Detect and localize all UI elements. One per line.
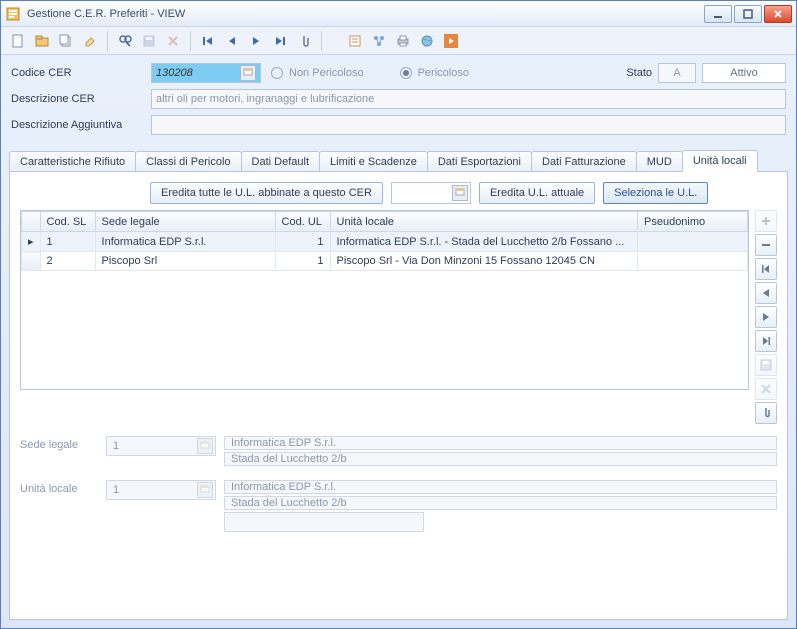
col-codul[interactable]: Cod. UL [275,212,330,232]
side-delete-icon [755,378,777,400]
save-icon [138,30,160,52]
last-icon[interactable] [269,30,291,52]
detail-panel: Sede legale 1 Informatica EDP S.r.l. Sta… [20,436,777,538]
tab-caratteristiche[interactable]: Caratteristiche Rifiuto [9,151,136,172]
table-row[interactable]: 2 Piscopo Srl 1 Piscopo Srl - Via Don Mi… [22,252,748,271]
app-icon [5,6,21,22]
detail-unita-extra [224,512,424,532]
unita-grid[interactable]: Cod. SL Sede legale Cod. UL Unità locale… [20,210,749,390]
attachment-icon[interactable] [293,30,315,52]
window-title: Gestione C.E.R. Preferiti - VIEW [27,8,704,20]
tree-action-icon[interactable] [368,30,390,52]
detail-unita-code: 1 [106,480,216,500]
print-icon[interactable] [392,30,414,52]
side-add-icon [755,210,777,232]
stato-text: Attivo [702,63,786,83]
radio-pericoloso[interactable] [400,67,412,79]
erase-icon[interactable] [79,30,101,52]
filter-picker-icon[interactable] [452,185,468,201]
tab-dati-default[interactable]: Dati Default [241,151,320,172]
codice-picker-icon[interactable] [240,65,256,81]
side-last-icon[interactable] [755,330,777,352]
detail-unita-picker-icon [197,482,213,498]
col-sede[interactable]: Sede legale [95,212,275,232]
tabstrip: Caratteristiche Rifiuto Classi di Perico… [1,147,796,171]
codice-value: 130208 [156,67,193,79]
filter-input[interactable] [391,182,471,204]
col-rowheader [22,212,41,232]
delete-icon [162,30,184,52]
first-icon[interactable] [197,30,219,52]
play-action-icon[interactable] [440,30,462,52]
main-toolbar [1,27,796,55]
codice-label: Codice CER [11,67,151,79]
tab-classi[interactable]: Classi di Pericolo [135,151,241,172]
new-icon[interactable] [7,30,29,52]
btn-seleziona[interactable]: Seleziona le U.L. [603,182,708,204]
side-attach-icon[interactable] [755,402,777,424]
open-icon[interactable] [31,30,53,52]
stato-label: Stato [626,67,652,79]
descrizione-input: altri oli per motori, ingranaggi e lubri… [151,89,786,109]
side-save-icon [755,354,777,376]
btn-eredita-attuale[interactable]: Eredita U.L. attuale [479,182,595,204]
app-window: Gestione C.E.R. Preferiti - VIEW [0,0,797,629]
detail-unita-name: Informatica EDP S.r.l. [224,480,777,494]
detail-sede-name: Informatica EDP S.r.l. [224,436,777,450]
grid-side-toolbar [755,210,777,424]
stato-code: A [658,63,696,83]
detail-sede-code: 1 [106,436,216,456]
detail-sede-label: Sede legale [20,436,106,451]
detail-unita-addr: Stada del Lucchetto 2/b [224,496,777,510]
codice-input[interactable]: 130208 [151,63,261,83]
table-row[interactable]: ▸ 1 Informatica EDP S.r.l. 1 Informatica… [22,232,748,252]
next-icon[interactable] [245,30,267,52]
titlebar: Gestione C.E.R. Preferiti - VIEW [1,1,796,27]
maximize-button[interactable] [734,5,762,23]
tab-mud[interactable]: MUD [636,151,683,172]
radio-non-pericoloso[interactable] [271,67,283,79]
tab-fatturazione[interactable]: Dati Fatturazione [531,151,637,172]
detail-unita-label: Unità locale [20,480,106,495]
side-next-icon[interactable] [755,306,777,328]
descrizione-label: Descrizione CER [11,93,151,105]
radio-pericoloso-label: Pericoloso [418,67,469,79]
radio-non-pericoloso-label: Non Pericoloso [289,67,364,79]
copy-icon[interactable] [55,30,77,52]
descrizione-agg-input[interactable] [151,115,786,135]
globe-action-icon[interactable] [416,30,438,52]
prev-icon[interactable] [221,30,243,52]
descrizione-agg-label: Descrizione Aggiuntiva [11,119,151,131]
col-codsl[interactable]: Cod. SL [40,212,95,232]
row-indicator-icon: ▸ [22,232,41,252]
tab-esportazioni[interactable]: Dati Esportazioni [427,151,532,172]
side-prev-icon[interactable] [755,282,777,304]
detail-sede-picker-icon [197,438,213,454]
tabpanel-unita-locali: Eredita tutte le U.L. abbinate a questo … [9,171,788,620]
minimize-button[interactable] [704,5,732,23]
close-button[interactable] [764,5,792,23]
tab-limiti[interactable]: Limiti e Scadenze [319,151,428,172]
col-unita[interactable]: Unità locale [330,212,637,232]
header-form: Codice CER 130208 Non Pericoloso Pericol… [1,55,796,143]
side-first-icon[interactable] [755,258,777,280]
side-remove-icon[interactable] [755,234,777,256]
col-pseudo[interactable]: Pseudonimo [638,212,748,232]
detail-sede-addr: Stada del Lucchetto 2/b [224,452,777,466]
find-icon[interactable] [114,30,136,52]
tab-unita-locali[interactable]: Unità locali [682,150,758,172]
list-action-icon[interactable] [344,30,366,52]
btn-eredita-tutte[interactable]: Eredita tutte le U.L. abbinate a questo … [150,182,383,204]
